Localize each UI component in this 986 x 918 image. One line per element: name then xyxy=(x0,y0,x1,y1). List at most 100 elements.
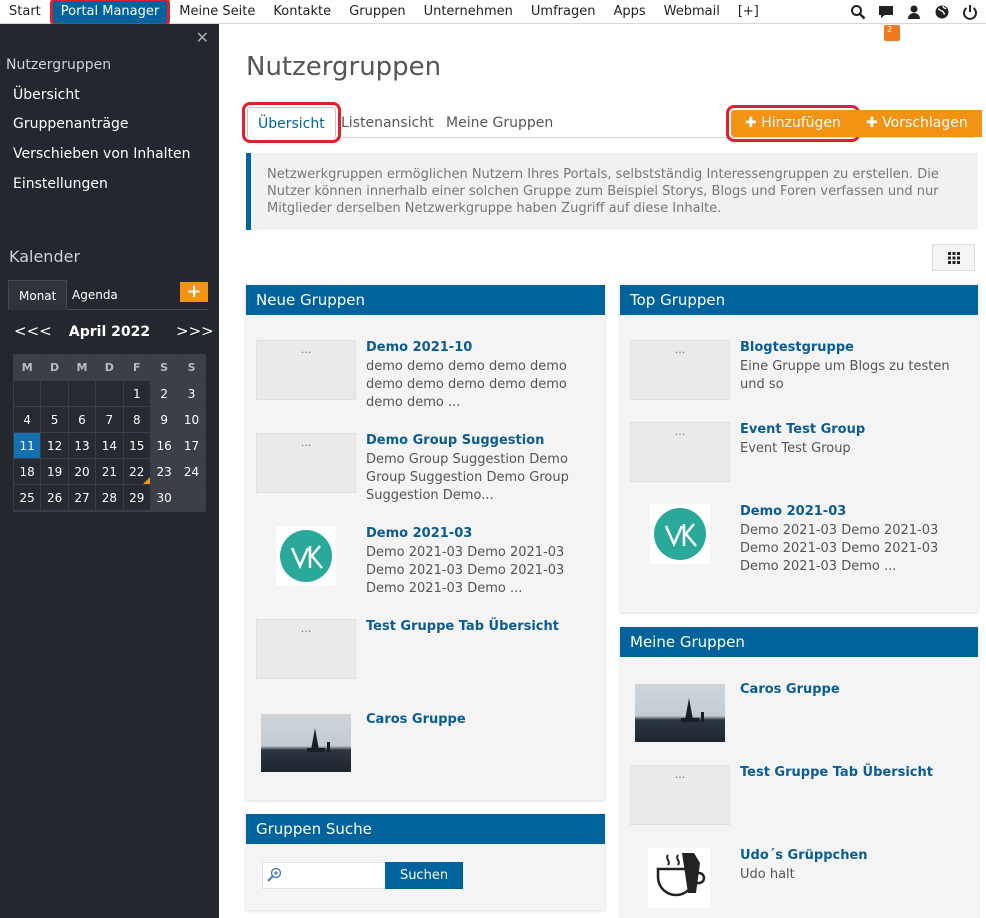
nav-portal-manager[interactable]: Portal Manager xyxy=(49,0,171,26)
nav-apps[interactable]: Apps xyxy=(604,0,654,24)
grid-view-button[interactable] xyxy=(932,244,975,271)
group-thumbnail[interactable]: ... xyxy=(256,340,356,400)
calendar-day[interactable]: 2 xyxy=(150,381,179,407)
power-icon[interactable] xyxy=(962,4,978,20)
user-icon[interactable] xyxy=(906,4,922,20)
nav-start[interactable]: Start xyxy=(0,0,50,24)
group-search-input[interactable] xyxy=(262,862,385,889)
nav-kontakte[interactable]: Kontakte xyxy=(264,0,340,24)
calendar-day[interactable]: 28 xyxy=(96,485,124,511)
calendar-day[interactable]: 6 xyxy=(68,407,97,433)
group-entry[interactable]: ... Demo 2021-10 demo demo demo demo demo … xyxy=(256,340,596,410)
calendar-add-button[interactable]: + xyxy=(180,282,208,302)
group-title-link[interactable]: Demo 2021-03 xyxy=(740,504,846,519)
sidebar-item-einstellungen[interactable]: Einstellungen xyxy=(13,176,108,192)
group-thumbnail[interactable]: ... xyxy=(630,422,730,482)
calendar-day[interactable]: 5 xyxy=(41,407,69,433)
nav-meine-seite[interactable]: Meine Seite xyxy=(170,0,264,24)
calendar-day[interactable]: 27 xyxy=(68,485,97,511)
group-thumbnail[interactable]: ... xyxy=(256,433,356,493)
add-group-button[interactable]: ✚ Hinzufügen xyxy=(726,105,860,142)
group-title-link[interactable]: Test Gruppe Tab Übersicht xyxy=(740,765,933,780)
calendar-day[interactable]: 10 xyxy=(178,407,206,433)
calendar-day[interactable]: 13 xyxy=(68,433,97,459)
calendar-day[interactable]: 16 xyxy=(150,433,179,459)
group-title-link[interactable]: Demo 2021-10 xyxy=(366,340,472,355)
calendar-day[interactable]: 3 xyxy=(178,381,206,407)
group-title-link[interactable]: Test Gruppe Tab Übersicht xyxy=(366,619,559,634)
top-navigation: Start Portal Manager Meine Seite Kontakt… xyxy=(0,0,986,41)
group-title-link[interactable]: Caros Gruppe xyxy=(366,712,466,727)
group-title-link[interactable]: Event Test Group xyxy=(740,422,865,437)
calendar-next-button[interactable]: >>> xyxy=(176,322,214,340)
calendar-title: Kalender xyxy=(9,247,81,266)
chat-icon[interactable]: 2 xyxy=(878,4,900,41)
panel-neue-gruppen: Neue Gruppen ... Demo 2021-10 demo demo de… xyxy=(246,285,605,800)
tab-meine-gruppen[interactable]: Meine Gruppen xyxy=(446,107,553,138)
group-entry[interactable]: Caros Gruppe xyxy=(256,712,596,782)
group-entry[interactable]: ... Test Gruppe Tab Übersicht xyxy=(256,619,596,689)
tab-uebersicht[interactable]: Übersicht xyxy=(242,102,341,143)
calendar-day xyxy=(41,381,69,407)
group-description: Udo halt xyxy=(740,867,795,882)
calendar-day[interactable]: 25 xyxy=(14,485,42,511)
group-thumbnail[interactable]: ... xyxy=(256,619,356,679)
group-thumbnail[interactable] xyxy=(256,526,356,586)
calendar-day[interactable]: 26 xyxy=(41,485,69,511)
calendar-day[interactable]: 21 xyxy=(96,459,124,485)
group-title-link[interactable]: Udo´s Grüppchen xyxy=(740,848,868,863)
group-thumbnail[interactable] xyxy=(256,712,356,772)
group-search-button[interactable]: Suchen xyxy=(385,862,463,889)
group-title-link[interactable]: Demo Group Suggestion xyxy=(366,433,544,448)
calendar-day[interactable]: 17 xyxy=(178,433,206,459)
group-title-link[interactable]: Demo 2021-03 xyxy=(366,526,472,541)
group-entry[interactable]: ... Test Gruppe Tab Übersicht xyxy=(630,765,970,835)
sidebar-item-uebersicht[interactable]: Übersicht xyxy=(13,87,80,103)
search-icon[interactable] xyxy=(850,4,866,20)
calendar-day[interactable]: 8 xyxy=(123,407,151,433)
calendar-day[interactable]: 30 xyxy=(150,485,179,511)
calendar-day[interactable]: 22 xyxy=(123,459,151,485)
group-thumbnail[interactable] xyxy=(630,504,730,564)
nav-gruppen[interactable]: Gruppen xyxy=(340,0,414,24)
calendar-day[interactable]: 19 xyxy=(41,459,69,485)
group-entry[interactable]: ... Demo Group Suggestion Demo Group Sugge… xyxy=(256,433,596,503)
tab-agenda[interactable]: Agenda xyxy=(62,280,128,310)
group-thumbnail[interactable] xyxy=(630,682,730,742)
calendar-day[interactable]: 9 xyxy=(150,407,179,433)
group-thumbnail[interactable] xyxy=(630,848,730,908)
calendar-day[interactable]: 1 xyxy=(123,381,151,407)
calendar-day[interactable]: 4 xyxy=(14,407,42,433)
globe-icon[interactable] xyxy=(934,4,950,20)
calendar-day[interactable]: 23 xyxy=(150,459,179,485)
calendar-day[interactable]: 29 xyxy=(123,485,151,511)
calendar-day[interactable]: 12 xyxy=(41,433,69,459)
calendar-day[interactable]: 20 xyxy=(68,459,97,485)
group-entry[interactable]: Caros Gruppe xyxy=(630,682,970,752)
group-thumbnail[interactable]: ... xyxy=(630,340,730,400)
calendar-day[interactable]: 24 xyxy=(178,459,206,485)
calendar-day[interactable]: 11 xyxy=(14,433,42,459)
calendar-day[interactable]: 14 xyxy=(96,433,124,459)
group-title-link[interactable]: Blogtestgruppe xyxy=(740,340,854,355)
calendar-day[interactable]: 7 xyxy=(96,407,124,433)
calendar-day[interactable]: 18 xyxy=(14,459,42,485)
group-title-link[interactable]: Caros Gruppe xyxy=(740,682,840,697)
nav-unternehmen[interactable]: Unternehmen xyxy=(415,0,522,24)
sidebar-item-verschieben[interactable]: Verschieben von Inhalten xyxy=(13,146,191,162)
nav-more[interactable]: [+] xyxy=(729,0,768,24)
group-entry[interactable]: Udo´s Grüppchen Udo halt xyxy=(630,848,970,918)
sidebar-item-gruppenantraege[interactable]: Gruppenanträge xyxy=(13,116,129,132)
nav-webmail[interactable]: Webmail xyxy=(655,0,729,24)
group-entry[interactable]: Demo 2021-03 Demo 2021-03 Demo 2021-03 De… xyxy=(256,526,596,596)
group-entry[interactable]: ... Blogtestgruppe Eine Gruppe um Blogs zu… xyxy=(630,340,970,410)
tab-listenansicht[interactable]: Listenansicht xyxy=(341,107,434,138)
group-thumbnail[interactable]: ... xyxy=(630,765,730,825)
tab-monat[interactable]: Monat xyxy=(8,280,68,310)
close-icon[interactable]: ✕ xyxy=(196,28,209,47)
group-entry[interactable]: Demo 2021-03 Demo 2021-03 Demo 2021-03 De… xyxy=(630,504,970,574)
group-entry[interactable]: ... Event Test Group Event Test Group xyxy=(630,422,970,492)
nav-umfragen[interactable]: Umfragen xyxy=(522,0,605,24)
suggest-group-button[interactable]: ✚ Vorschlagen xyxy=(852,110,982,137)
calendar-day[interactable]: 15 xyxy=(123,433,151,459)
